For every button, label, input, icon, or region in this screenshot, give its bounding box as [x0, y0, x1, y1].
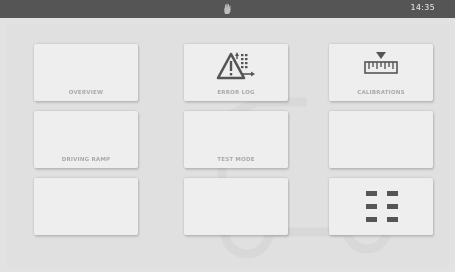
ruler-marker-icon [364, 52, 398, 74]
tile-label-test-mode: TEST MODE [217, 157, 255, 163]
tile-label-driving-ramp: DRIVING RAMP [61, 157, 111, 163]
tile-error-log[interactable]: ERROR LOG [184, 44, 288, 101]
tile-more-menu[interactable] [329, 178, 433, 235]
tile-label-error-log: ERROR LOG [217, 90, 255, 96]
hand-logo-icon [224, 3, 231, 14]
warning-list-icon [216, 52, 255, 80]
tile-test-mode[interactable]: TEST MODE [184, 111, 288, 168]
tile-empty-row2[interactable] [329, 111, 433, 168]
main-content: OVERVIEW ERROR LOG CALIBRATIONS DRIVING … [7, 24, 449, 268]
tile-empty-row3-middle[interactable] [184, 178, 288, 235]
tile-empty-row3-left[interactable] [34, 178, 138, 235]
tile-label-overview: OVERVIEW [68, 90, 104, 96]
tile-calibrations[interactable]: CALIBRATIONS [329, 44, 433, 101]
status-bar: 14:35 [0, 0, 455, 18]
tile-driving-ramp[interactable]: DRIVING RAMP [34, 111, 138, 168]
tile-overview[interactable]: OVERVIEW [34, 44, 138, 101]
tile-label-calibrations: CALIBRATIONS [357, 90, 405, 96]
status-time: 14:35 [410, 3, 435, 12]
grid-menu-icon [366, 191, 398, 222]
